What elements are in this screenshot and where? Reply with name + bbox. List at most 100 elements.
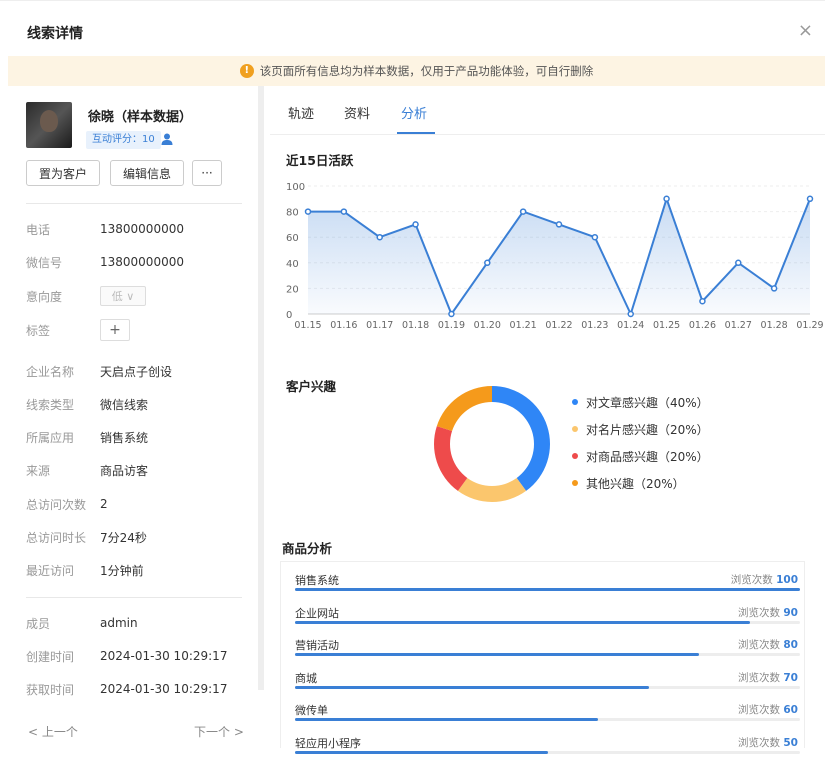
legend-label: 对名片感兴趣（20%） [586,422,709,437]
product-name: 微传单 [295,704,328,717]
pie-slice [434,426,468,491]
product-section-title: 商品分析 [282,541,333,556]
sample-data-notice: ! 该页面所有信息均为样本数据，仅用于产品功能体验，可自行删除 [8,56,825,86]
data-point [663,195,670,203]
interest-donut-chart [434,386,550,502]
field-label: 所属应用 [26,430,75,445]
tab-track[interactable]: 轨迹 [288,103,314,122]
intent-select[interactable]: 低 ∨ [100,286,146,306]
activity-line-chart: 0 20 40 60 80 100 01.15 01.16 01.17 01.18 01.19 01.… [286,182,824,331]
field-value: admin [100,616,138,630]
progress-track [295,718,800,721]
legend-item: 对文章感兴趣（40%） [572,394,709,410]
field-row: 标签 + [26,319,130,341]
field-value: 天启点子创设 [100,364,173,379]
field-value: 销售系统 [100,430,149,445]
progress-track [295,653,800,656]
notice-text: 该页面所有信息均为样本数据，仅用于产品功能体验，可自行删除 [259,64,594,78]
view-count-label: 浏览次数 [738,671,781,684]
product-row: 企业网站 浏览次数 90 [295,599,800,631]
progress-bar [295,620,750,624]
pie-slice [436,386,492,432]
lead-info-panel: 徐晓（样本数据） 互动评分：10 置为客户 编辑信息 ··· 电话 1380000… [8,86,258,748]
field-row: 企业名称 天启点子创设 [26,361,172,381]
x-tick-label: 01.29 [796,320,823,331]
x-tick-label: 01.22 [545,320,572,331]
data-point [340,208,348,215]
prev-lead-link[interactable]: < 上一个 [28,723,78,740]
view-count-label: 浏览次数 [738,704,781,716]
person-icon [161,133,173,145]
field-value: 13800000000 [100,222,184,236]
field-row: 微信号 13800000000 [26,252,184,272]
tab-profile[interactable]: 资料 [344,103,370,122]
view-count: 浏览次数 80 [738,637,798,652]
field-value: 2024-01-30 10:29:17 [100,649,228,663]
product-name: 轻应用小程序 [295,736,361,750]
x-tick-label: 01.18 [402,320,429,331]
legend-item: 其他兴趣（20%） [572,475,685,491]
product-row: 销售系统 浏览次数 100 [295,566,800,598]
view-count-label: 浏览次数 [738,639,781,651]
edit-info-button[interactable]: 编辑信息 [110,160,184,186]
meta-row: 成员 admin [26,613,138,633]
data-point [627,310,634,318]
data-point [448,310,455,318]
legend-swatch [572,480,578,486]
x-tick-label: 01.23 [581,320,608,331]
progress-bar [295,588,800,591]
field-value: 7分24秒 [100,530,147,545]
view-count-value: 80 [783,639,798,651]
dialog-header: 线索详情 × [0,0,825,56]
y-tick-label: 60 [286,233,299,244]
view-count: 浏览次数 50 [738,735,798,750]
y-tick-label: 40 [286,259,299,270]
interest-section-title: 客户兴趣 [286,379,337,394]
view-count-value: 70 [783,671,798,684]
divider [26,597,242,598]
y-tick-label: 20 [286,284,299,295]
progress-track [295,588,800,591]
data-point [806,195,814,203]
close-icon[interactable]: × [798,20,813,41]
data-point [376,233,383,241]
field-label: 企业名称 [26,364,75,379]
field-row: 来源 商品访客 [26,460,148,480]
x-tick-label: 01.26 [689,320,716,331]
progress-track [295,750,800,754]
field-row: 电话 13800000000 [26,219,184,239]
x-tick-label: 01.21 [510,320,537,331]
field-label: 来源 [26,463,51,478]
next-lead-link[interactable]: 下一个 > [194,723,244,740]
data-point [304,208,312,215]
pie-slice [457,477,527,502]
more-button[interactable]: ··· [192,160,222,186]
legend-swatch [572,426,578,432]
progress-track [295,685,800,689]
data-point [591,233,599,241]
active-tab-indicator [397,132,435,134]
field-label: 创建时间 [26,649,75,664]
field-row: 所属应用 销售系统 [26,427,148,447]
field-label: 总访问时长 [26,530,87,545]
product-row: 轻应用小程序 浏览次数 50 [295,729,800,761]
field-row: 总访问次数 2 [26,494,108,514]
view-count-value: 100 [776,574,798,586]
progress-bar [295,750,548,754]
view-count-label: 浏览次数 [738,736,781,749]
product-analysis-list: 销售系统 浏览次数 100 企业网站 浏览次数 90 营销活动 浏览次数 80 商城 浏览次数… [280,561,805,754]
data-point [484,259,491,267]
view-count-value: 60 [783,704,798,716]
y-tick-label: 100 [286,182,305,193]
tab-bar: 轨迹 资料 分析 [270,86,825,135]
product-name: 销售系统 [295,574,339,587]
field-value: 2024-01-30 10:29:17 [100,682,228,696]
set-as-customer-button[interactable]: 置为客户 [26,160,100,186]
data-point [519,208,527,215]
interaction-score-badge: 互动评分：10 [86,131,161,149]
field-label: 意向度 [26,289,63,304]
field-row: 最近访问 1分钟前 [26,560,144,580]
panel-scrollbar[interactable] [258,86,264,690]
tab-analysis[interactable]: 分析 [401,103,427,122]
add-tag-button[interactable]: + [100,319,130,341]
